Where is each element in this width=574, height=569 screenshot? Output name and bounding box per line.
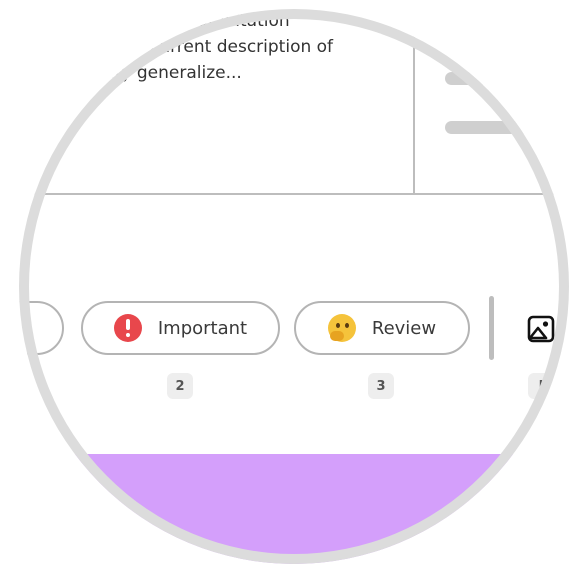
accent-panel <box>19 454 569 564</box>
tag-button-important[interactable]: Important <box>81 301 280 355</box>
image-icon <box>527 315 555 343</box>
magnifier-lens: gravitation current description of ity g… <box>19 9 569 564</box>
skeleton-line <box>445 121 569 134</box>
toolbar-divider <box>489 296 494 360</box>
shortcut-badge-review: 3 <box>368 373 394 399</box>
thinking-face-icon <box>327 314 356 342</box>
tag-button-previous[interactable] <box>19 301 64 355</box>
shortcut-badge-image: I <box>528 373 554 399</box>
insert-image-button[interactable] <box>527 315 555 343</box>
card-text-line: gravitation <box>197 11 290 31</box>
card-divider-horizontal <box>19 193 569 195</box>
skeleton-line <box>445 72 569 85</box>
exclamation-icon <box>113 314 142 342</box>
card-description: gravitation current description of ity g… <box>110 9 410 86</box>
card-text-line: ity generalize... <box>110 63 242 83</box>
tag-button-review[interactable]: Review <box>294 301 470 355</box>
tag-label-review: Review <box>371 317 437 339</box>
card-divider-vertical <box>413 9 415 194</box>
shortcut-badge-important: 2 <box>167 373 193 399</box>
card-text-line: current description of <box>150 37 334 57</box>
tag-label-important: Important <box>157 317 248 339</box>
